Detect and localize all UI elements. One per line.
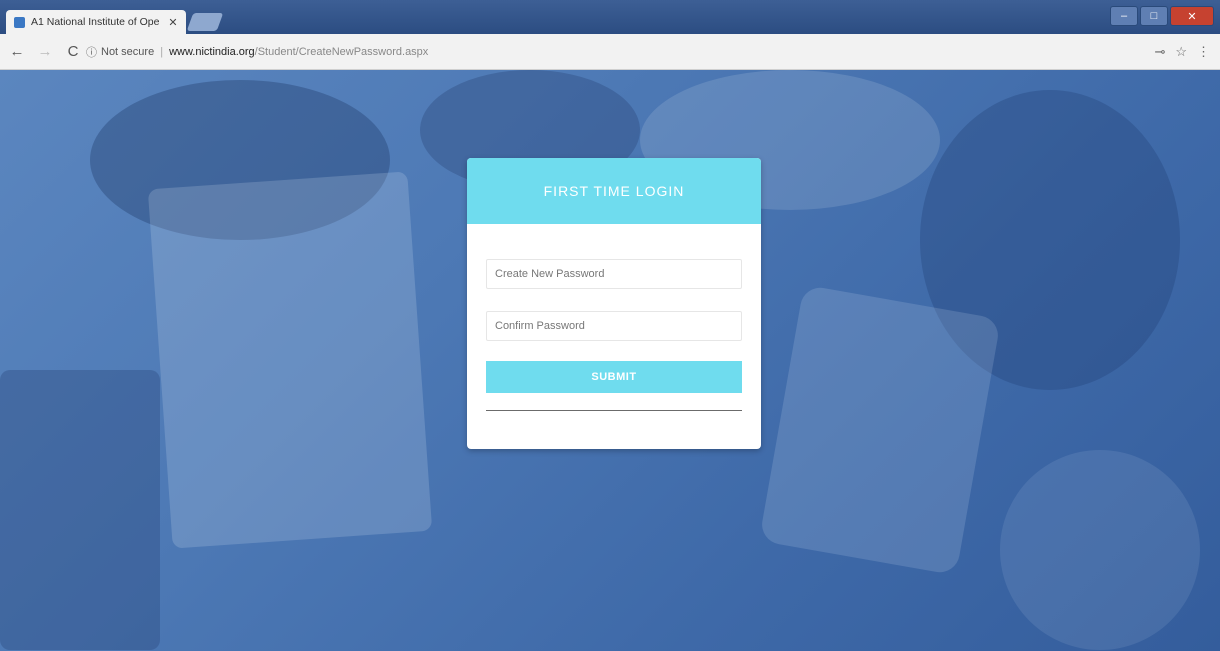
background-shape: [1000, 450, 1200, 650]
confirm-password-input[interactable]: [486, 311, 742, 341]
login-heading: FIRST TIME LOGIN: [467, 158, 761, 224]
new-tab-button[interactable]: [186, 13, 224, 31]
key-icon[interactable]: ⊸: [1154, 44, 1165, 60]
new-password-input[interactable]: [486, 259, 742, 289]
tab-close-icon[interactable]: ✕: [166, 16, 180, 29]
url-path: /Student/CreateNewPassword.aspx: [254, 46, 429, 58]
forward-icon[interactable]: →: [34, 43, 56, 60]
toolbar-actions: ⊸ ☆ ⋮: [1154, 44, 1210, 60]
url-host: www.nictindia.org: [169, 46, 255, 58]
back-icon[interactable]: ←: [6, 43, 28, 60]
browser-toolbar: ← → C ⓘ Not secure | www.nictindia.org /…: [0, 34, 1220, 70]
background-shape: [758, 284, 1002, 576]
submit-button[interactable]: SUBMIT: [486, 361, 742, 393]
security-label: Not secure: [101, 46, 155, 58]
window-controls: – □ ✕: [1110, 6, 1214, 26]
tab-title: A1 National Institute of Ope: [31, 16, 160, 28]
address-bar[interactable]: ⓘ Not secure | www.nictindia.org /Studen…: [86, 42, 1126, 62]
window-titlebar: A1 National Institute of Ope ✕ – □ ✕: [0, 0, 1220, 34]
page-background: FIRST TIME LOGIN SUBMIT: [0, 70, 1220, 651]
card-divider: [486, 410, 742, 411]
close-window-button[interactable]: ✕: [1170, 6, 1214, 26]
maximize-button[interactable]: □: [1140, 6, 1168, 26]
login-card: FIRST TIME LOGIN SUBMIT: [467, 158, 761, 449]
browser-tab[interactable]: A1 National Institute of Ope ✕: [6, 10, 186, 34]
background-shape: [147, 171, 433, 549]
url-separator: |: [160, 46, 164, 58]
reload-icon[interactable]: C: [62, 43, 84, 60]
bookmark-star-icon[interactable]: ☆: [1175, 44, 1187, 60]
background-shape: [0, 370, 160, 650]
minimize-button[interactable]: –: [1110, 6, 1138, 26]
browser-menu-icon[interactable]: ⋮: [1197, 44, 1210, 60]
info-icon[interactable]: ⓘ: [86, 44, 97, 60]
site-favicon-icon: [14, 16, 25, 28]
